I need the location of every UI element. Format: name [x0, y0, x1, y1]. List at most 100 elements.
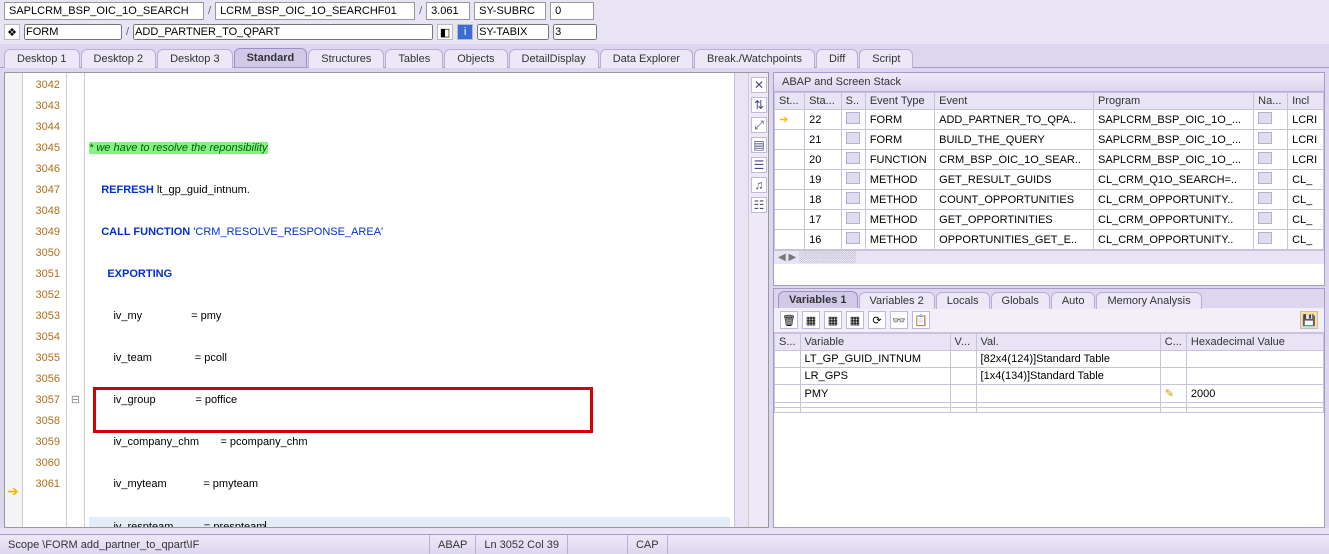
tree-icon[interactable]: ☷ [751, 197, 767, 213]
tab-script[interactable]: Script [859, 49, 913, 68]
stack-row[interactable]: 21FORMBUILD_THE_QUERYSAPLCRM_BSP_OIC_1O_… [775, 130, 1324, 150]
event-icon [846, 172, 860, 184]
status-scope: Scope \FORM add_partner_to_qpart\IF [0, 535, 430, 554]
object-icon[interactable]: ❖ [4, 24, 20, 40]
stack-row[interactable]: 19METHODGET_RESULT_GUIDSCL_CRM_Q1O_SEARC… [775, 170, 1324, 190]
stack-panel-title: ABAP and Screen Stack [774, 73, 1324, 92]
variable-row[interactable] [775, 408, 1324, 413]
variable-row[interactable]: LT_GP_GUID_INTNUM[82x4(124)]Standard Tab… [775, 351, 1324, 368]
event-icon [846, 132, 860, 144]
event-name-field[interactable] [133, 24, 433, 40]
current-line-pointer-icon: ➔ [7, 483, 19, 500]
status-caps: CAP [628, 535, 668, 554]
sort-icon[interactable]: ⇅ [751, 97, 767, 113]
tab-globals[interactable]: Globals [991, 292, 1050, 309]
tab-diff[interactable]: Diff [816, 49, 858, 68]
stack-row[interactable]: 17METHODGET_OPPORTINITIESCL_CRM_OPPORTUN… [775, 210, 1324, 230]
desktop-tabs: Desktop 1 Desktop 2 Desktop 3 Standard S… [0, 44, 1329, 68]
stack-row[interactable]: 18METHODCOUNT_OPPORTUNITIESCL_CRM_OPPORT… [775, 190, 1324, 210]
headphones-icon[interactable]: ♫ [751, 177, 767, 193]
nav-back-icon[interactable]: ◧ [437, 24, 453, 40]
event-icon [846, 152, 860, 164]
tab-memory-analysis[interactable]: Memory Analysis [1096, 292, 1201, 309]
fold-toggle-icon[interactable]: ⊟ [67, 390, 84, 411]
refresh-icon[interactable]: ⟳ [868, 311, 886, 329]
tab-standard[interactable]: Standard [234, 48, 308, 67]
nav-icon[interactable] [1258, 152, 1272, 164]
breadcrumb-row-1: / / [0, 0, 1329, 22]
nav-icon[interactable] [1258, 172, 1272, 184]
event-type-field[interactable] [24, 24, 122, 40]
nav-icon[interactable] [1258, 212, 1272, 224]
variables-panel: Variables 1 Variables 2 Locals Globals A… [773, 288, 1325, 528]
variables-table[interactable]: S...VariableV...Val.C...Hexadecimal Valu… [774, 333, 1324, 413]
grid2-icon[interactable]: ▦ [824, 311, 842, 329]
separator: / [208, 5, 211, 17]
event-icon [846, 112, 860, 124]
variables-header-row: S...VariableV...Val.C...Hexadecimal Valu… [775, 334, 1324, 351]
list-icon[interactable]: ☰ [751, 157, 767, 173]
save-icon[interactable]: 💾 [1300, 311, 1318, 329]
line-number-gutter: 3042304330443045304630473048304930503051… [23, 73, 67, 527]
tab-tables[interactable]: Tables [385, 49, 443, 68]
tab-breakpoints[interactable]: Break./Watchpoints [694, 49, 815, 68]
sy-subrc-label[interactable] [474, 2, 546, 20]
grid3-icon[interactable]: ▦ [846, 311, 864, 329]
position-field[interactable] [426, 2, 470, 20]
tab-desktop-3[interactable]: Desktop 3 [157, 49, 233, 68]
tab-detaildisplay[interactable]: DetailDisplay [509, 49, 599, 68]
code-text-area[interactable]: * we have to resolve the reponsibility R… [85, 73, 734, 527]
variable-row[interactable]: LR_GPS[1x4(134)]Standard Table [775, 368, 1324, 385]
stack-panel: ABAP and Screen Stack St...Sta...S..Even… [773, 72, 1325, 286]
tab-data-explorer[interactable]: Data Explorer [600, 49, 693, 68]
event-icon [846, 212, 860, 224]
status-language: ABAP [430, 535, 476, 554]
sy-tabix-label[interactable] [477, 24, 549, 40]
stack-row[interactable]: 16METHODOPPORTUNITIES_GET_E..CL_CRM_OPPO… [775, 230, 1324, 250]
clipboard-icon[interactable]: 📋 [912, 311, 930, 329]
separator: / [126, 26, 129, 38]
include-field[interactable] [215, 2, 415, 20]
sy-tabix-value[interactable] [553, 24, 597, 40]
tab-desktop-2[interactable]: Desktop 2 [81, 49, 157, 68]
grid1-icon[interactable]: ▦ [802, 311, 820, 329]
tab-structures[interactable]: Structures [308, 49, 384, 68]
status-bar: Scope \FORM add_partner_to_qpart\IF ABAP… [0, 534, 1329, 554]
stack-row[interactable]: ➔22FORMADD_PARTNER_TO_QPA..SAPLCRM_BSP_O… [775, 110, 1324, 130]
tab-auto[interactable]: Auto [1051, 292, 1096, 309]
info-icon[interactable]: i [457, 24, 473, 40]
pencil-icon[interactable]: ✎ [1160, 385, 1186, 403]
right-column: ABAP and Screen Stack St...Sta...S..Even… [773, 72, 1325, 528]
nav-icon[interactable] [1258, 112, 1272, 124]
stack-row[interactable]: 20FUNCTIONCRM_BSP_OIC_1O_SEAR..SAPLCRM_B… [775, 150, 1324, 170]
nav-icon[interactable] [1258, 132, 1272, 144]
glasses-icon[interactable]: 👓 [890, 311, 908, 329]
variables-toolbar: 🗑 ▦ ▦ ▦ ⟳ 👓 📋 💾 [774, 308, 1324, 333]
code-vertical-scrollbar[interactable] [734, 73, 748, 527]
nav-icon[interactable] [1258, 232, 1272, 244]
delete-icon[interactable]: 🗑 [780, 311, 798, 329]
tab-variables-1[interactable]: Variables 1 [778, 291, 858, 308]
breadcrumb-row-2: ❖ / ◧ i [0, 22, 1329, 42]
event-icon [846, 192, 860, 204]
main-area: ➔ 30423043304430453046304730483049305030… [0, 68, 1329, 528]
nav-icon[interactable] [1258, 192, 1272, 204]
variable-row[interactable]: PMY✎2000 [775, 385, 1324, 403]
sy-subrc-value[interactable] [550, 2, 594, 20]
close-icon[interactable]: ✕ [751, 77, 767, 93]
program-field[interactable] [4, 2, 204, 20]
doc-icon[interactable]: ▤ [751, 137, 767, 153]
status-position: Ln 3052 Col 39 [476, 535, 568, 554]
stack-table[interactable]: St...Sta...S..Event TypeEventProgramNa..… [774, 92, 1324, 250]
variables-tabs: Variables 1 Variables 2 Locals Globals A… [774, 289, 1324, 308]
separator: / [419, 5, 422, 17]
tab-variables-2[interactable]: Variables 2 [859, 292, 935, 309]
tab-desktop-1[interactable]: Desktop 1 [4, 49, 80, 68]
event-icon [846, 232, 860, 244]
expand-icon[interactable]: ⤢ [751, 117, 767, 133]
tab-locals[interactable]: Locals [936, 292, 990, 309]
breakpoint-gutter[interactable]: ➔ [5, 73, 23, 527]
stack-horizontal-scrollbar[interactable]: ◀ ▶ ░░░░░░░░ [774, 250, 1324, 264]
tab-objects[interactable]: Objects [444, 49, 507, 68]
fold-gutter[interactable]: ⊟ [67, 73, 85, 527]
